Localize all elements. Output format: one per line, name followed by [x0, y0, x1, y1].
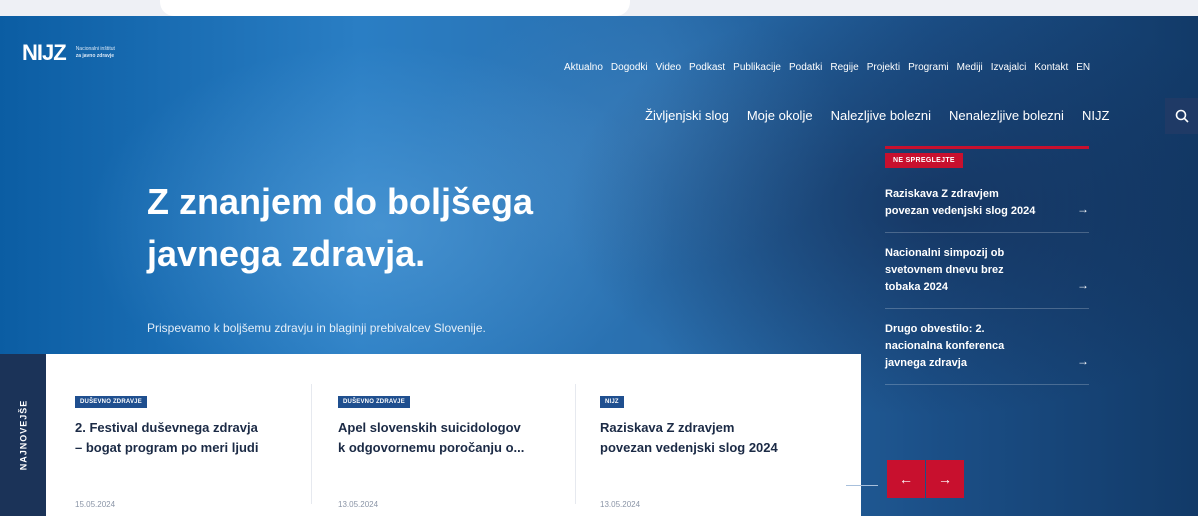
- topnav-kontakt[interactable]: Kontakt: [1034, 62, 1068, 73]
- topnav-podkast[interactable]: Podkast: [689, 62, 725, 73]
- topnav-izvajalci[interactable]: Izvajalci: [991, 62, 1027, 73]
- hero-subline: Prispevamo k boljšemu zdravju in blaginj…: [147, 321, 486, 335]
- logo-subtitle-line2: za javno zdravje: [75, 53, 115, 59]
- slider-controls: ← →: [887, 460, 964, 498]
- ne-item-text: Nacionalni simpozij ob: [885, 247, 1005, 259]
- news-card-date: 13.05.2024: [600, 500, 641, 509]
- arrow-right-icon: →: [1077, 354, 1089, 368]
- news-card-date: 13.05.2024: [338, 500, 379, 509]
- ne-spreglejte-item[interactable]: Nacionalni simpozij ob svetovnem dnevu b…: [885, 233, 1089, 309]
- news-card-date: 15.05.2024: [75, 500, 116, 509]
- mainnav-nijz[interactable]: NIJZ: [1082, 108, 1109, 123]
- logo-subtitle-line1: Nacionalni inštitut: [75, 46, 115, 52]
- ne-item-text: Drugo obvestilo: 2.: [885, 323, 985, 335]
- topnav-video[interactable]: Video: [656, 62, 681, 73]
- arrow-right-icon: →: [938, 471, 952, 487]
- ne-item-text: svetovnem dnevu brez: [885, 264, 1004, 276]
- mainnav-moje-okolje[interactable]: Moje okolje: [747, 108, 813, 123]
- search-icon: [1175, 109, 1189, 123]
- hero-headline: Z znanjem do boljšega javnega zdravja.: [147, 176, 667, 280]
- news-divider: [575, 384, 576, 504]
- news-card-title-line: Raziskava Z zdravjem: [600, 420, 735, 435]
- arrow-right-icon: →: [1077, 202, 1089, 216]
- ne-spreglejte-panel: NE SPREGLEJTE Raziskava Z zdravjem povez…: [885, 146, 1089, 385]
- mainnav-zivljenjski-slog[interactable]: Življenjski slog: [645, 108, 729, 123]
- ne-item-text: Raziskava Z zdravjem: [885, 188, 999, 200]
- mainnav-nenalezljive-bolezni[interactable]: Nenalezljive bolezni: [949, 108, 1064, 123]
- latest-news-strip: NAJNOVEJŠE DUŠEVNO ZDRAVJE 2. Festival d…: [0, 354, 861, 516]
- slider-connector-line: [846, 485, 878, 486]
- ne-spreglejte-item[interactable]: Drugo obvestilo: 2. nacionalna konferenc…: [885, 309, 1089, 385]
- nijz-logo[interactable]: NIJZ Nacionalni inštitut za javno zdravj…: [22, 40, 136, 66]
- logo-mark: NIJZ: [22, 40, 67, 65]
- ne-item-text: povezan vedenjski slog 2024: [885, 205, 1036, 217]
- topnav-regije[interactable]: Regije: [830, 62, 858, 73]
- hero-section: NIJZ Nacionalni inštitut za javno zdravj…: [0, 16, 1198, 516]
- news-card-title-line: povezan vedenjski slog 2024: [600, 440, 778, 455]
- topnav-language-en[interactable]: EN: [1076, 62, 1090, 73]
- news-card-tag[interactable]: DUŠEVNO ZDRAVJE: [75, 396, 147, 408]
- mainnav-nalezljive-bolezni[interactable]: Nalezljive bolezni: [831, 108, 931, 123]
- ne-spreglejte-badge: NE SPREGLEJTE: [885, 153, 963, 168]
- topnav-mediji[interactable]: Mediji: [957, 62, 983, 73]
- news-card-tag[interactable]: DUŠEVNO ZDRAVJE: [338, 396, 410, 408]
- hero-headline-line1: Z znanjem do boljšega: [147, 181, 534, 222]
- news-card-title[interactable]: Apel slovenskih suicidologov k odgovorne…: [338, 418, 568, 458]
- arrow-right-icon: →: [1077, 278, 1089, 292]
- topnav-projekti[interactable]: Projekti: [867, 62, 900, 73]
- main-navigation: Življenjski slog Moje okolje Nalezljive …: [645, 108, 1127, 123]
- topnav-podatki[interactable]: Podatki: [789, 62, 822, 73]
- topnav-aktualno[interactable]: Aktualno: [564, 62, 603, 73]
- news-card-title[interactable]: 2. Festival duševnega zdravja – bogat pr…: [75, 418, 305, 458]
- news-divider: [311, 384, 312, 504]
- topnav-programi[interactable]: Programi: [908, 62, 949, 73]
- search-button[interactable]: [1165, 98, 1198, 134]
- topnav-dogodki[interactable]: Dogodki: [611, 62, 648, 73]
- news-card-title-line: k odgovornemu poročanju o...: [338, 440, 525, 455]
- arrow-left-icon: ←: [899, 471, 913, 487]
- latest-news-side-label: NAJNOVEJŠE: [0, 354, 46, 516]
- ne-spreglejte-item[interactable]: Raziskava Z zdravjem povezan vedenjski s…: [885, 174, 1089, 233]
- news-card-title-line: 2. Festival duševnega zdravja: [75, 420, 258, 435]
- slider-next-button[interactable]: →: [926, 460, 964, 498]
- news-card[interactable]: NIJZ Raziskava Z zdravjem povezan vedenj…: [600, 390, 830, 509]
- top-navigation: Aktualno Dogodki Video Podkast Publikaci…: [564, 62, 1098, 73]
- ne-item-text: nacionalna konferenca: [885, 340, 1005, 352]
- news-card-title-line: Apel slovenskih suicidologov: [338, 420, 521, 435]
- news-card-title[interactable]: Raziskava Z zdravjem povezan vedenjski s…: [600, 418, 830, 458]
- ne-spreglejte-accent-line: [885, 146, 1089, 149]
- news-card[interactable]: DUŠEVNO ZDRAVJE 2. Festival duševnega zd…: [75, 390, 305, 509]
- logo-subtitle: Nacionalni inštitut za javno zdravje: [76, 46, 136, 60]
- news-card-title-line: – bogat program po meri ljudi: [75, 440, 259, 455]
- slider-prev-button[interactable]: ←: [887, 460, 925, 498]
- news-card-tag[interactable]: NIJZ: [600, 396, 624, 408]
- browser-tab-edge: [160, 0, 630, 16]
- ne-item-text: javnega zdravja: [885, 357, 967, 369]
- topnav-publikacije[interactable]: Publikacije: [733, 62, 781, 73]
- latest-news-label-text: NAJNOVEJŠE: [18, 399, 28, 471]
- ne-item-text: tobaka 2024: [885, 281, 948, 293]
- news-card[interactable]: DUŠEVNO ZDRAVJE Apel slovenskih suicidol…: [338, 390, 568, 509]
- hero-headline-line2: javnega zdravja.: [147, 233, 426, 274]
